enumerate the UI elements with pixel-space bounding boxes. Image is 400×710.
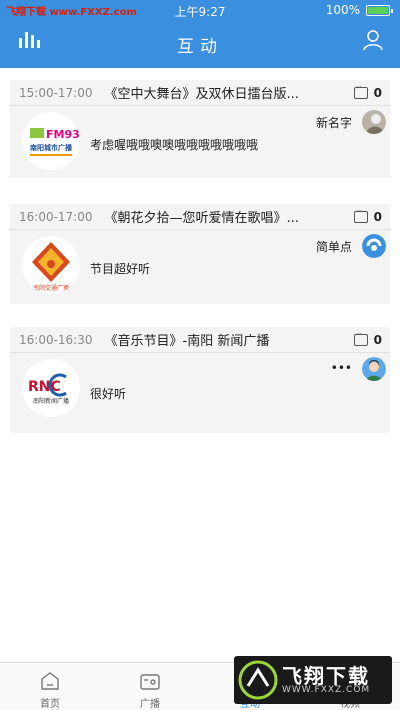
program-title[interactable]: 《音乐节目》-南阳 新闻广播: [105, 330, 346, 349]
app-header: 飞翔下载 www.FXXZ.com 上午9:27 100% 互动: [0, 0, 400, 68]
tab-label: 首页: [40, 699, 60, 710]
comment-message: 很好听: [90, 387, 127, 401]
card-header: 15:00-17:00 《空中大舞台》及双休日擂台版... 0: [10, 80, 390, 106]
user-avatar[interactable]: [362, 357, 386, 381]
program-card[interactable]: 15:00-17:00 《空中大舞台》及双休日擂台版... 0 FM93.6 南…: [10, 80, 390, 178]
comment-icon: [353, 83, 368, 99]
tab-label: 广播: [140, 699, 160, 710]
comment-button[interactable]: 0: [353, 83, 382, 100]
user-name: 简单点: [315, 240, 352, 254]
page-title: 互动: [177, 37, 223, 57]
program-card[interactable]: 16:00-16:30 《音乐节目》-南阳 新闻广播 0 RNC 南阳新闻广播 …: [10, 327, 390, 433]
comment-message: 考虑喔哦哦噢噢哦哦哦哦哦哦哦: [90, 138, 259, 152]
comment-count: 0: [373, 209, 382, 224]
watermark-url: WWW.FXXZ.COM: [282, 685, 371, 695]
station-logo: 南阳交通广播: [22, 236, 80, 294]
program-title[interactable]: 《空中大舞台》及双休日擂台版...: [105, 83, 346, 102]
station-logo: RNC 南阳新闻广播: [22, 359, 80, 417]
comment-button[interactable]: 0: [353, 207, 382, 224]
status-bar: 飞翔下载 www.FXXZ.com 上午9:27 100%: [0, 0, 400, 20]
svg-text:FM93.6: FM93.6: [46, 128, 80, 141]
battery-percent: 100%: [325, 3, 360, 17]
svg-text:南阳城市广播: 南阳城市广播: [30, 143, 73, 152]
user-name: •••: [330, 361, 352, 375]
program-title[interactable]: 《朝花夕拾—您听爱情在歌唱》...: [105, 207, 346, 226]
comment-button[interactable]: 0: [353, 330, 382, 347]
svg-text:南阳新闻广播: 南阳新闻广播: [33, 397, 69, 405]
tab-radio[interactable]: 广播: [100, 663, 200, 710]
watermark-logo: 飞翔下载 WWW.FXXZ.COM: [234, 656, 392, 704]
program-time: 16:00-17:00: [19, 209, 93, 224]
radio-icon: [140, 674, 160, 690]
program-time: 15:00-17:00: [19, 85, 93, 100]
comment-icon: [353, 207, 368, 223]
user-avatar[interactable]: [362, 234, 386, 258]
card-body: FM93.6 南阳城市广播 新名字 考虑喔哦哦噢噢哦哦哦哦哦哦哦: [10, 106, 390, 178]
card-body: 南阳交通广播 简单点 节目超好听: [10, 230, 390, 304]
comment-count: 0: [373, 85, 382, 100]
tab-home[interactable]: 首页: [0, 663, 100, 710]
program-card[interactable]: 16:00-17:00 《朝花夕拾—您听爱情在歌唱》... 0 南阳交通广播 简…: [10, 204, 390, 304]
svg-text:南阳交通广播: 南阳交通广播: [33, 284, 69, 292]
comment-count: 0: [373, 332, 382, 347]
card-body: RNC 南阳新闻广播 ••• 很好听: [10, 353, 390, 433]
user-icon[interactable]: [362, 29, 384, 51]
user-name: 新名字: [315, 116, 352, 130]
card-header: 16:00-17:00 《朝花夕拾—您听爱情在歌唱》... 0: [10, 204, 390, 230]
comment-message: 节目超好听: [90, 262, 151, 276]
station-logo: FM93.6 南阳城市广播: [22, 112, 80, 170]
program-time: 16:00-16:30: [19, 332, 93, 347]
tab-bar: 首页 广播 互动 视频 飞翔下载 WWW.FXXZ.COM: [0, 656, 400, 710]
comment-icon: [353, 330, 368, 346]
home-icon: [41, 672, 59, 690]
card-header: 16:00-16:30 《音乐节目》-南阳 新闻广播 0: [10, 327, 390, 353]
interaction-list[interactable]: 15:00-17:00 《空中大舞台》及双休日擂台版... 0 FM93.6 南…: [0, 68, 400, 662]
battery-icon: [366, 5, 393, 16]
user-avatar[interactable]: [362, 110, 386, 134]
